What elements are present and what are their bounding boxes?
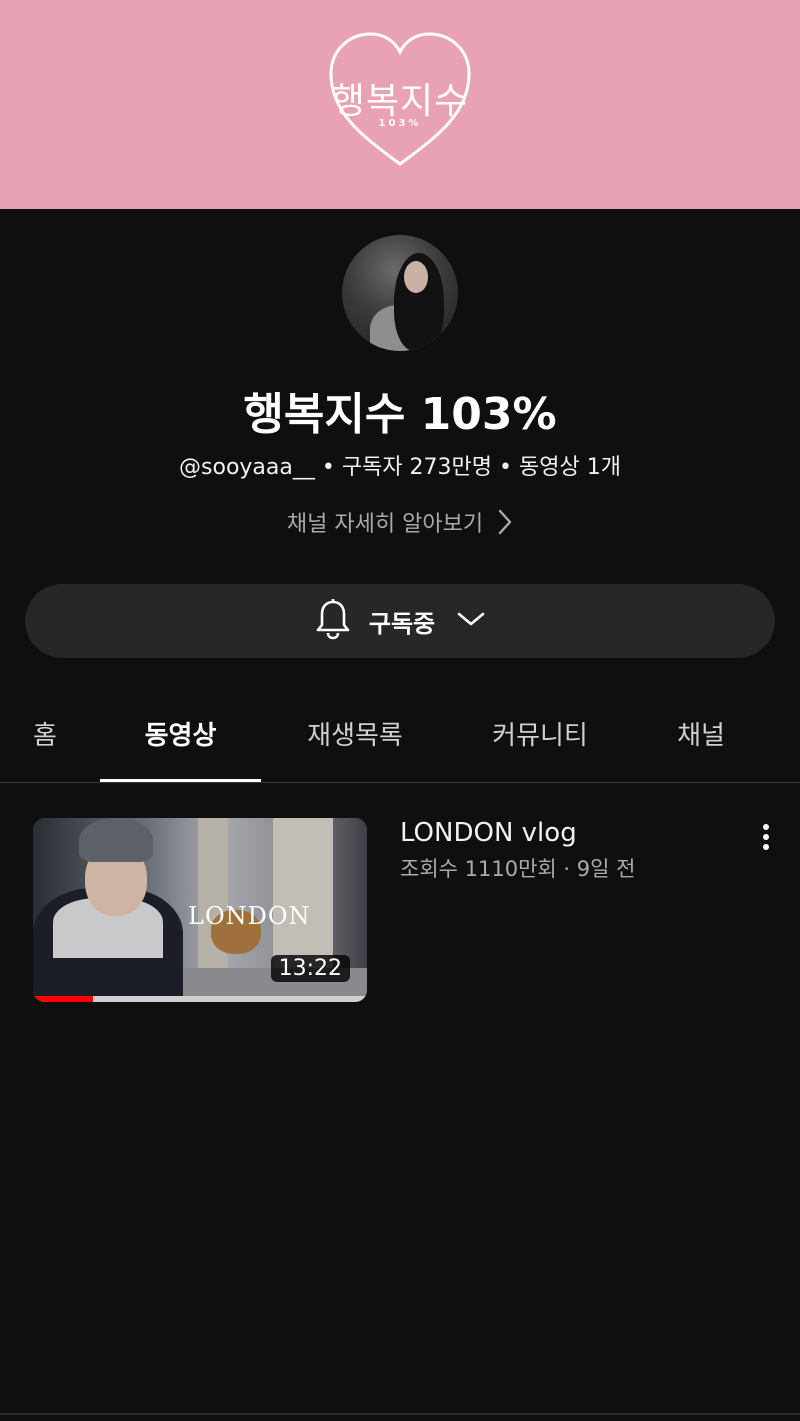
channel-title: 행복지수 103% (243, 389, 557, 440)
bottom-divider (0, 1413, 800, 1415)
banner-logo: 행복지수 103% (325, 30, 475, 170)
channel-more-label: 채널 자세히 알아보기 (286, 512, 484, 537)
tab-community[interactable]: 커뮤니티 (455, 690, 625, 782)
banner-logo-sub: 103% (378, 118, 422, 129)
subscribed-label: 구독중 (368, 609, 436, 638)
channel-page: 행복지수 103% 행복지수 103% @sooyaaa__ • 구독자 273… (0, 0, 800, 1421)
chevron-down-icon (457, 611, 485, 631)
channel-banner: 행복지수 103% (0, 0, 800, 209)
avatar[interactable] (342, 235, 458, 351)
tab-videos[interactable]: 동영상 (100, 690, 261, 782)
channel-meta: @sooyaaa__ • 구독자 273만명 • 동영상 1개 (179, 455, 621, 480)
video-thumbnail[interactable]: LONDON 13:22 (33, 818, 367, 1002)
video-meta: 조회수 1110만회 · 9일 전 (400, 857, 636, 881)
video-duration: 13:22 (270, 955, 350, 982)
banner-logo-text: 행복지수 (331, 81, 469, 122)
video-title[interactable]: LONDON vlog (400, 818, 577, 848)
watch-progress-fill (33, 996, 94, 1002)
tab-playlists[interactable]: 재생목록 (270, 690, 440, 782)
bell-icon (315, 598, 351, 644)
channel-more-link[interactable]: 채널 자세히 알아보기 (0, 506, 800, 542)
tab-channels[interactable]: 채널 (640, 690, 762, 782)
channel-tabs: 홈 동영상 재생목록 커뮤니티 채널 (0, 690, 800, 782)
subscribed-button[interactable]: 구독중 (25, 584, 775, 658)
tab-home[interactable]: 홈 (0, 690, 90, 782)
watch-progress-bar (33, 996, 367, 1002)
tabs-divider (0, 782, 800, 783)
chevron-right-icon (497, 508, 513, 542)
more-vert-icon[interactable] (752, 822, 780, 852)
thumbnail-title-overlay: LONDON (188, 902, 311, 930)
